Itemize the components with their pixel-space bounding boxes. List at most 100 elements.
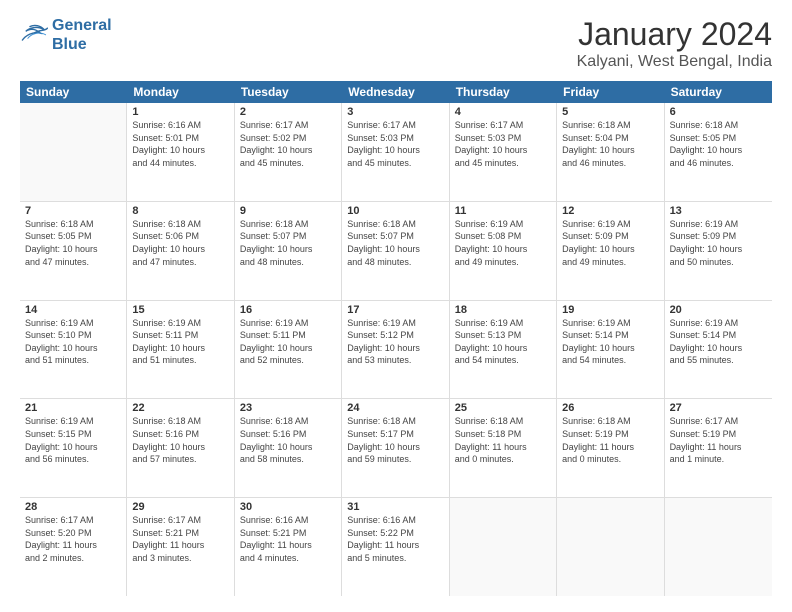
day-number: 14 [25, 304, 121, 316]
calendar-cell-w4-d5: 25Sunrise: 6:18 AM Sunset: 5:18 PM Dayli… [450, 399, 557, 497]
calendar-cell-w2-d2: 8Sunrise: 6:18 AM Sunset: 5:06 PM Daylig… [127, 202, 234, 300]
header-sunday: Sunday [20, 81, 127, 103]
day-number: 28 [25, 501, 121, 513]
day-number: 31 [347, 501, 443, 513]
main-title: January 2024 [577, 16, 772, 53]
day-number: 30 [240, 501, 336, 513]
day-info: Sunrise: 6:19 AM Sunset: 5:08 PM Dayligh… [455, 218, 551, 268]
day-number: 9 [240, 205, 336, 217]
calendar-cell-w3-d4: 17Sunrise: 6:19 AM Sunset: 5:12 PM Dayli… [342, 301, 449, 399]
day-number: 8 [132, 205, 228, 217]
calendar-week-1: 1Sunrise: 6:16 AM Sunset: 5:01 PM Daylig… [20, 103, 772, 202]
day-info: Sunrise: 6:19 AM Sunset: 5:15 PM Dayligh… [25, 415, 121, 465]
day-info: Sunrise: 6:18 AM Sunset: 5:07 PM Dayligh… [347, 218, 443, 268]
calendar-cell-w3-d5: 18Sunrise: 6:19 AM Sunset: 5:13 PM Dayli… [450, 301, 557, 399]
day-number: 4 [455, 106, 551, 118]
day-number: 7 [25, 205, 121, 217]
day-info: Sunrise: 6:16 AM Sunset: 5:22 PM Dayligh… [347, 514, 443, 564]
header-wednesday: Wednesday [342, 81, 449, 103]
day-number: 10 [347, 205, 443, 217]
calendar-cell-w4-d3: 23Sunrise: 6:18 AM Sunset: 5:16 PM Dayli… [235, 399, 342, 497]
subtitle: Kalyani, West Bengal, India [577, 53, 772, 71]
day-number: 11 [455, 205, 551, 217]
day-number: 19 [562, 304, 658, 316]
calendar-body: 1Sunrise: 6:16 AM Sunset: 5:01 PM Daylig… [20, 103, 772, 596]
header-thursday: Thursday [450, 81, 557, 103]
day-number: 23 [240, 402, 336, 414]
day-info: Sunrise: 6:18 AM Sunset: 5:16 PM Dayligh… [240, 415, 336, 465]
day-number: 25 [455, 402, 551, 414]
day-info: Sunrise: 6:16 AM Sunset: 5:01 PM Dayligh… [132, 119, 228, 169]
day-info: Sunrise: 6:18 AM Sunset: 5:07 PM Dayligh… [240, 218, 336, 268]
day-info: Sunrise: 6:17 AM Sunset: 5:21 PM Dayligh… [132, 514, 228, 564]
calendar-cell-w2-d5: 11Sunrise: 6:19 AM Sunset: 5:08 PM Dayli… [450, 202, 557, 300]
day-number: 2 [240, 106, 336, 118]
day-info: Sunrise: 6:19 AM Sunset: 5:11 PM Dayligh… [240, 317, 336, 367]
day-number: 18 [455, 304, 551, 316]
calendar-cell-w5-d2: 29Sunrise: 6:17 AM Sunset: 5:21 PM Dayli… [127, 498, 234, 596]
day-info: Sunrise: 6:19 AM Sunset: 5:14 PM Dayligh… [562, 317, 658, 367]
day-info: Sunrise: 6:18 AM Sunset: 5:17 PM Dayligh… [347, 415, 443, 465]
calendar-cell-w2-d1: 7Sunrise: 6:18 AM Sunset: 5:05 PM Daylig… [20, 202, 127, 300]
day-info: Sunrise: 6:17 AM Sunset: 5:19 PM Dayligh… [670, 415, 767, 465]
day-info: Sunrise: 6:18 AM Sunset: 5:06 PM Dayligh… [132, 218, 228, 268]
page: General Blue January 2024 Kalyani, West … [0, 0, 792, 612]
day-info: Sunrise: 6:16 AM Sunset: 5:21 PM Dayligh… [240, 514, 336, 564]
day-number: 16 [240, 304, 336, 316]
logo-text: General Blue [52, 16, 112, 54]
day-number: 24 [347, 402, 443, 414]
header-tuesday: Tuesday [235, 81, 342, 103]
calendar-cell-w3-d1: 14Sunrise: 6:19 AM Sunset: 5:10 PM Dayli… [20, 301, 127, 399]
day-info: Sunrise: 6:19 AM Sunset: 5:11 PM Dayligh… [132, 317, 228, 367]
calendar-cell-w1-d1 [20, 103, 127, 201]
day-info: Sunrise: 6:17 AM Sunset: 5:03 PM Dayligh… [455, 119, 551, 169]
calendar-cell-w5-d6 [557, 498, 664, 596]
logo-bird-icon [20, 24, 48, 46]
day-info: Sunrise: 6:17 AM Sunset: 5:20 PM Dayligh… [25, 514, 121, 564]
calendar-cell-w1-d7: 6Sunrise: 6:18 AM Sunset: 5:05 PM Daylig… [665, 103, 772, 201]
calendar-cell-w4-d6: 26Sunrise: 6:18 AM Sunset: 5:19 PM Dayli… [557, 399, 664, 497]
calendar-header: Sunday Monday Tuesday Wednesday Thursday… [20, 81, 772, 103]
day-number: 29 [132, 501, 228, 513]
calendar-cell-w1-d2: 1Sunrise: 6:16 AM Sunset: 5:01 PM Daylig… [127, 103, 234, 201]
day-number: 3 [347, 106, 443, 118]
calendar: Sunday Monday Tuesday Wednesday Thursday… [20, 81, 772, 596]
calendar-cell-w4-d1: 21Sunrise: 6:19 AM Sunset: 5:15 PM Dayli… [20, 399, 127, 497]
day-info: Sunrise: 6:19 AM Sunset: 5:12 PM Dayligh… [347, 317, 443, 367]
day-info: Sunrise: 6:18 AM Sunset: 5:19 PM Dayligh… [562, 415, 658, 465]
calendar-cell-w3-d3: 16Sunrise: 6:19 AM Sunset: 5:11 PM Dayli… [235, 301, 342, 399]
day-info: Sunrise: 6:17 AM Sunset: 5:02 PM Dayligh… [240, 119, 336, 169]
day-number: 20 [670, 304, 767, 316]
calendar-cell-w3-d7: 20Sunrise: 6:19 AM Sunset: 5:14 PM Dayli… [665, 301, 772, 399]
calendar-cell-w5-d1: 28Sunrise: 6:17 AM Sunset: 5:20 PM Dayli… [20, 498, 127, 596]
day-number: 21 [25, 402, 121, 414]
calendar-week-3: 14Sunrise: 6:19 AM Sunset: 5:10 PM Dayli… [20, 301, 772, 400]
day-info: Sunrise: 6:18 AM Sunset: 5:05 PM Dayligh… [25, 218, 121, 268]
calendar-cell-w2-d3: 9Sunrise: 6:18 AM Sunset: 5:07 PM Daylig… [235, 202, 342, 300]
day-info: Sunrise: 6:19 AM Sunset: 5:10 PM Dayligh… [25, 317, 121, 367]
day-number: 22 [132, 402, 228, 414]
header-monday: Monday [127, 81, 234, 103]
calendar-cell-w1-d6: 5Sunrise: 6:18 AM Sunset: 5:04 PM Daylig… [557, 103, 664, 201]
calendar-cell-w2-d6: 12Sunrise: 6:19 AM Sunset: 5:09 PM Dayli… [557, 202, 664, 300]
calendar-cell-w5-d5 [450, 498, 557, 596]
day-info: Sunrise: 6:18 AM Sunset: 5:05 PM Dayligh… [670, 119, 767, 169]
calendar-cell-w1-d4: 3Sunrise: 6:17 AM Sunset: 5:03 PM Daylig… [342, 103, 449, 201]
calendar-cell-w4-d7: 27Sunrise: 6:17 AM Sunset: 5:19 PM Dayli… [665, 399, 772, 497]
day-number: 12 [562, 205, 658, 217]
day-info: Sunrise: 6:18 AM Sunset: 5:04 PM Dayligh… [562, 119, 658, 169]
day-info: Sunrise: 6:19 AM Sunset: 5:14 PM Dayligh… [670, 317, 767, 367]
calendar-cell-w3-d2: 15Sunrise: 6:19 AM Sunset: 5:11 PM Dayli… [127, 301, 234, 399]
day-info: Sunrise: 6:18 AM Sunset: 5:18 PM Dayligh… [455, 415, 551, 465]
calendar-week-5: 28Sunrise: 6:17 AM Sunset: 5:20 PM Dayli… [20, 498, 772, 596]
calendar-cell-w4-d2: 22Sunrise: 6:18 AM Sunset: 5:16 PM Dayli… [127, 399, 234, 497]
day-info: Sunrise: 6:19 AM Sunset: 5:13 PM Dayligh… [455, 317, 551, 367]
day-info: Sunrise: 6:19 AM Sunset: 5:09 PM Dayligh… [562, 218, 658, 268]
title-section: January 2024 Kalyani, West Bengal, India [577, 16, 772, 71]
calendar-cell-w5-d4: 31Sunrise: 6:16 AM Sunset: 5:22 PM Dayli… [342, 498, 449, 596]
calendar-cell-w2-d4: 10Sunrise: 6:18 AM Sunset: 5:07 PM Dayli… [342, 202, 449, 300]
calendar-cell-w5-d3: 30Sunrise: 6:16 AM Sunset: 5:21 PM Dayli… [235, 498, 342, 596]
calendar-cell-w4-d4: 24Sunrise: 6:18 AM Sunset: 5:17 PM Dayli… [342, 399, 449, 497]
day-number: 5 [562, 106, 658, 118]
calendar-week-4: 21Sunrise: 6:19 AM Sunset: 5:15 PM Dayli… [20, 399, 772, 498]
